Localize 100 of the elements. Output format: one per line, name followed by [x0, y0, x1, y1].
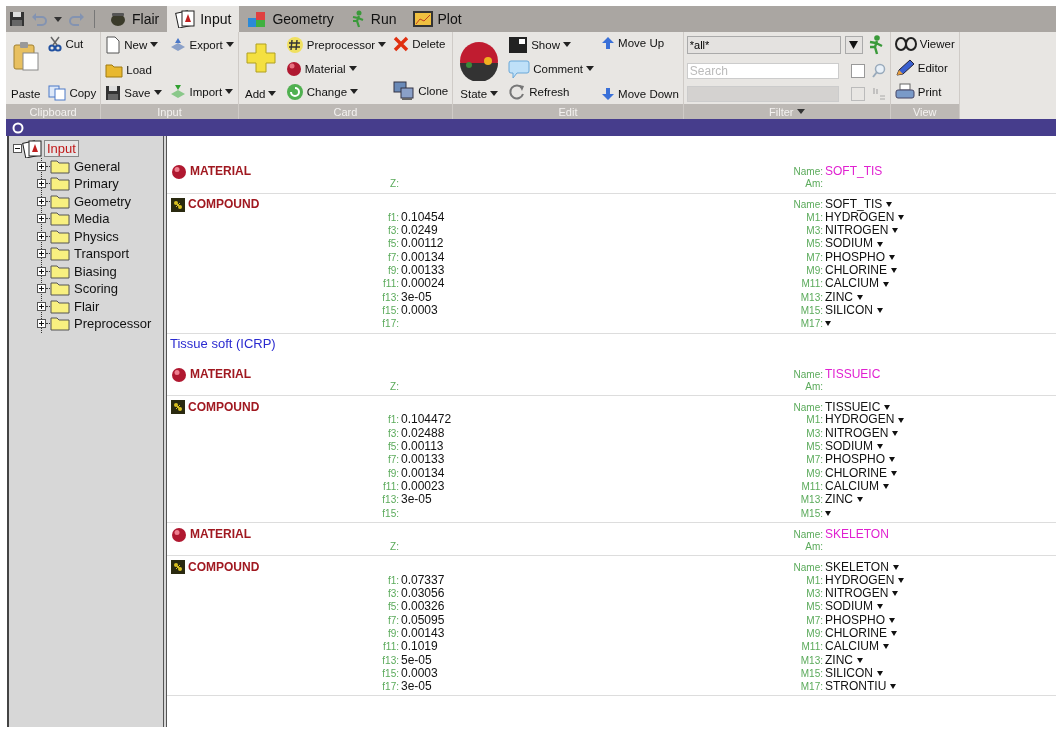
paste-button[interactable]: Paste — [9, 35, 43, 102]
dropdown[interactable]: TISSUEIC — [825, 400, 891, 414]
tree-item[interactable]: General — [72, 158, 123, 174]
tree-item[interactable]: Input — [44, 140, 79, 158]
expander-icon[interactable] — [37, 249, 46, 259]
editor-button[interactable]: Editor — [893, 57, 956, 78]
filter-combo[interactable]: *all* — [686, 36, 841, 54]
expander-icon[interactable] — [37, 196, 46, 206]
preprocessor-button[interactable]: Preprocessor — [284, 35, 388, 55]
clone-button[interactable]: Clone — [392, 80, 450, 102]
move-down-button[interactable]: Move Down — [600, 86, 680, 102]
dropdown[interactable]: STRONTIU — [825, 680, 897, 694]
tree-item[interactable]: Preprocessor — [72, 316, 154, 332]
tab[interactable]: Flair — [101, 6, 168, 32]
tab[interactable]: Input — [167, 6, 240, 32]
dropdown[interactable]: HYDROGEN — [825, 573, 905, 587]
save-button[interactable]: Save — [104, 84, 163, 102]
dropdown[interactable]: CHLORINE — [825, 466, 897, 480]
field-label: M17: — [799, 317, 824, 331]
tree-item[interactable]: Geometry — [72, 193, 134, 209]
move-up-button[interactable]: Move Up — [600, 35, 680, 51]
card-title[interactable]: MATERIAL — [190, 165, 252, 179]
dropdown[interactable]: CALCIUM — [825, 479, 889, 494]
field-label: M5: — [805, 237, 824, 251]
card-title[interactable]: COMPOUND — [188, 400, 260, 414]
refresh-button[interactable]: Refresh — [507, 82, 596, 102]
load-button[interactable]: Load — [104, 60, 163, 79]
expander-icon[interactable] — [37, 214, 46, 224]
folder-icon — [50, 228, 70, 244]
text-format-icon — [870, 86, 887, 102]
change-button[interactable]: Change — [284, 82, 388, 102]
cut-button[interactable]: Cut — [47, 35, 98, 53]
dropdown[interactable]: SOFT_TIS — [825, 197, 893, 212]
dropdown[interactable]: PHOSPHO — [825, 613, 895, 627]
dropdown[interactable]: SKELETON — [825, 560, 899, 575]
name-field[interactable]: TISSUEIC — [825, 367, 881, 382]
folder-icon — [50, 246, 70, 262]
dropdown-button[interactable] — [844, 36, 863, 54]
tree-item[interactable]: Flair — [72, 298, 102, 314]
field-label: M13: — [799, 290, 824, 304]
dropdown[interactable]: CHLORINE — [825, 264, 897, 278]
dropdown[interactable]: HYDROGEN — [825, 210, 905, 225]
copy-button[interactable]: Copy — [47, 84, 98, 102]
dropdown[interactable] — [825, 321, 831, 327]
dropdown[interactable]: SODIUM — [825, 600, 883, 614]
dropdown[interactable]: NITROGEN — [825, 224, 899, 238]
tree-item[interactable]: Primary — [72, 176, 121, 192]
comment-button[interactable]: Comment — [507, 57, 596, 80]
dropdown[interactable]: PHOSPHO — [825, 250, 895, 265]
card-title[interactable]: COMPOUND — [188, 197, 260, 212]
dropdown[interactable]: SILICON — [825, 303, 883, 318]
dropdown[interactable]: CALCIUM — [825, 640, 889, 654]
tree-item[interactable]: Media — [72, 211, 112, 227]
material-button[interactable]: Material — [284, 59, 388, 78]
export-button[interactable]: Export — [167, 35, 235, 55]
search-field[interactable]: Search — [686, 62, 839, 79]
dropdown[interactable]: CALCIUM — [825, 277, 889, 291]
new-button[interactable]: New — [104, 35, 163, 55]
dropdown[interactable]: HYDROGEN — [825, 413, 905, 427]
import-button[interactable]: Import — [167, 82, 235, 102]
tab[interactable]: Geometry — [239, 6, 342, 32]
dropdown[interactable] — [825, 510, 831, 516]
expander-icon[interactable] — [37, 319, 46, 329]
tree-item[interactable]: Scoring — [72, 281, 121, 297]
tree-item[interactable]: Physics — [72, 228, 121, 244]
card-title[interactable]: COMPOUND — [188, 560, 260, 575]
dropdown[interactable]: SODIUM — [825, 237, 883, 251]
name-field[interactable]: SKELETON — [825, 528, 889, 542]
tab[interactable]: Run — [341, 6, 405, 32]
dropdown[interactable]: SILICON — [825, 666, 883, 681]
dropdown[interactable]: CHLORINE — [825, 626, 897, 641]
card-title[interactable]: MATERIAL — [190, 528, 252, 542]
checkbox[interactable] — [850, 63, 865, 78]
dropdown[interactable]: PHOSPHO — [825, 453, 895, 467]
dropdown[interactable]: SODIUM — [825, 440, 883, 454]
tree-item[interactable]: Transport — [72, 246, 132, 262]
dropdown[interactable]: ZINC — [825, 493, 863, 507]
name-field[interactable]: SOFT_TIS — [825, 165, 883, 179]
expander-icon[interactable] — [37, 179, 46, 189]
field-label: Z: — [389, 379, 400, 394]
dropdown[interactable]: NITROGEN — [825, 587, 899, 601]
tree-item[interactable]: Biasing — [72, 263, 119, 279]
state-button[interactable]: State — [456, 35, 503, 102]
expander-icon[interactable] — [37, 301, 46, 311]
tab[interactable]: Plot — [404, 6, 470, 32]
expander-icon[interactable] — [37, 266, 46, 276]
expander-icon[interactable] — [13, 144, 22, 154]
print-button[interactable]: Print — [893, 82, 956, 102]
viewer-button[interactable]: Viewer — [893, 35, 956, 53]
card-title[interactable]: MATERIAL — [190, 367, 252, 382]
dropdown[interactable]: ZINC — [825, 653, 863, 667]
expander-icon[interactable] — [37, 231, 46, 241]
expander-icon[interactable] — [37, 161, 46, 171]
dropdown[interactable]: NITROGEN — [825, 426, 899, 441]
expander-icon[interactable] — [37, 284, 46, 294]
dropdown[interactable]: ZINC — [825, 290, 863, 304]
add-button[interactable]: Add — [241, 35, 280, 102]
field-label: Am: — [804, 540, 824, 554]
delete-button[interactable]: Delete — [392, 35, 450, 53]
show-button[interactable]: Show — [507, 35, 596, 55]
